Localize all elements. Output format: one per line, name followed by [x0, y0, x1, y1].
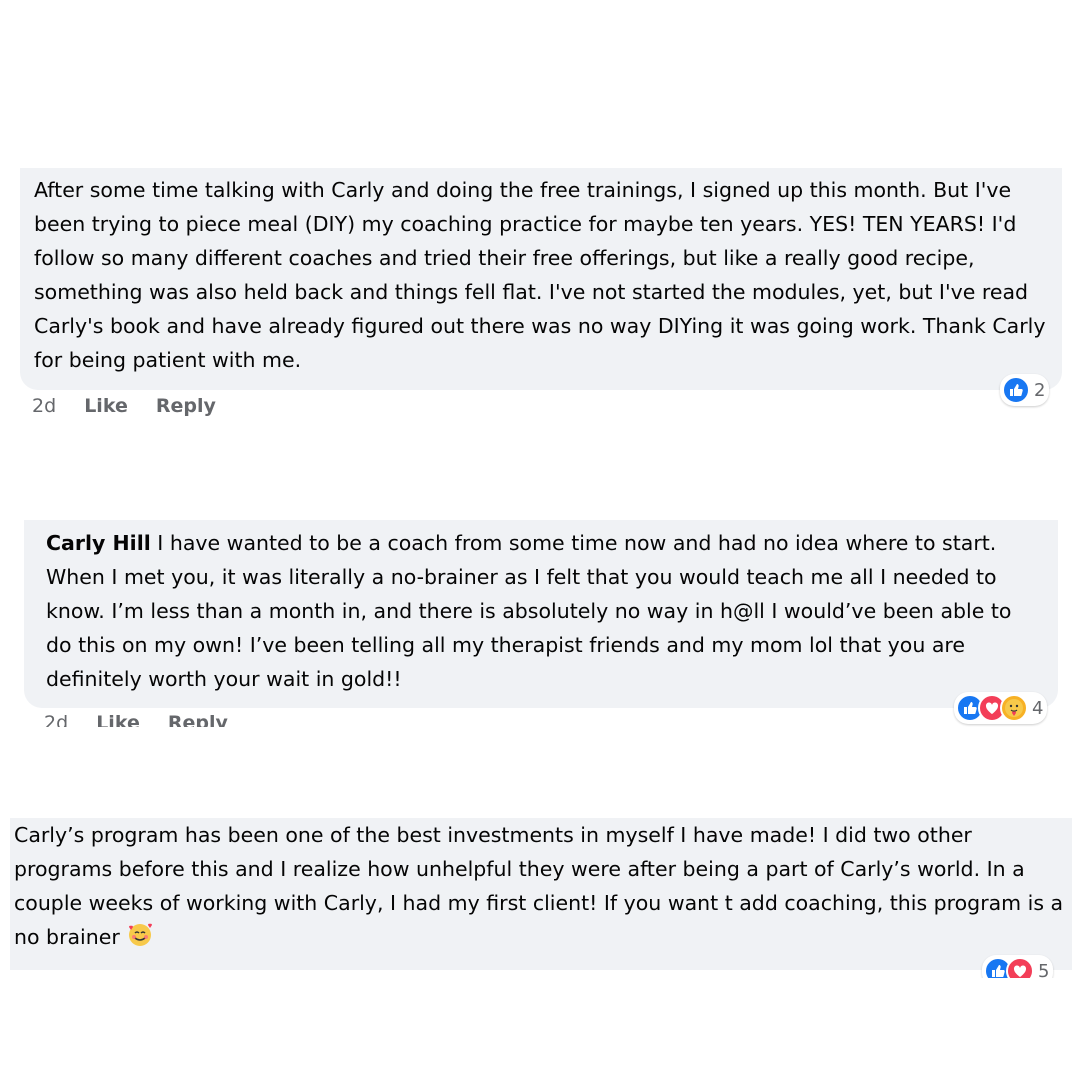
love-icon: [1006, 957, 1034, 978]
comment-text: Carly’s program has been one of the best…: [14, 823, 1064, 949]
reply-button[interactable]: Reply: [168, 712, 228, 727]
reactions-summary[interactable]: 2: [1000, 374, 1050, 406]
like-icon: [1002, 376, 1030, 404]
reaction-count: 2: [1034, 379, 1046, 401]
comment-bubble: Carly Hill I have wanted to be a coach f…: [24, 520, 1058, 708]
comment-actions: 2d Like Reply: [44, 712, 250, 727]
comment-author[interactable]: Carly Hill: [46, 531, 151, 555]
comment-bubble: After some time talking with Carly and d…: [20, 168, 1062, 390]
comment-text: I have wanted to be a coach from some ti…: [46, 531, 1012, 691]
smiling-face-with-hearts-emoji: [126, 921, 154, 959]
comment-2: Carly Hill I have wanted to be a coach f…: [24, 520, 1080, 727]
reactions-summary[interactable]: 5: [982, 955, 1054, 979]
reaction-count: 4: [1032, 697, 1044, 719]
reaction-count: 5: [1038, 960, 1050, 979]
comment-bubble: Carly’s program has been one of the best…: [10, 818, 1072, 970]
comment-1: After some time talking with Carly and d…: [18, 168, 1080, 430]
comment-3: Carly’s program has been one of the best…: [10, 818, 1080, 978]
reactions-summary[interactable]: 4: [954, 692, 1048, 724]
care-icon: [1000, 694, 1028, 722]
like-button[interactable]: Like: [84, 395, 128, 417]
reply-button[interactable]: Reply: [156, 395, 216, 417]
like-button[interactable]: Like: [96, 712, 140, 727]
comment-timestamp[interactable]: 2d: [44, 712, 68, 727]
comment-timestamp[interactable]: 2d: [32, 395, 56, 417]
comment-actions: 2d Like Reply: [32, 395, 238, 417]
comment-text: After some time talking with Carly and d…: [34, 178, 1046, 372]
